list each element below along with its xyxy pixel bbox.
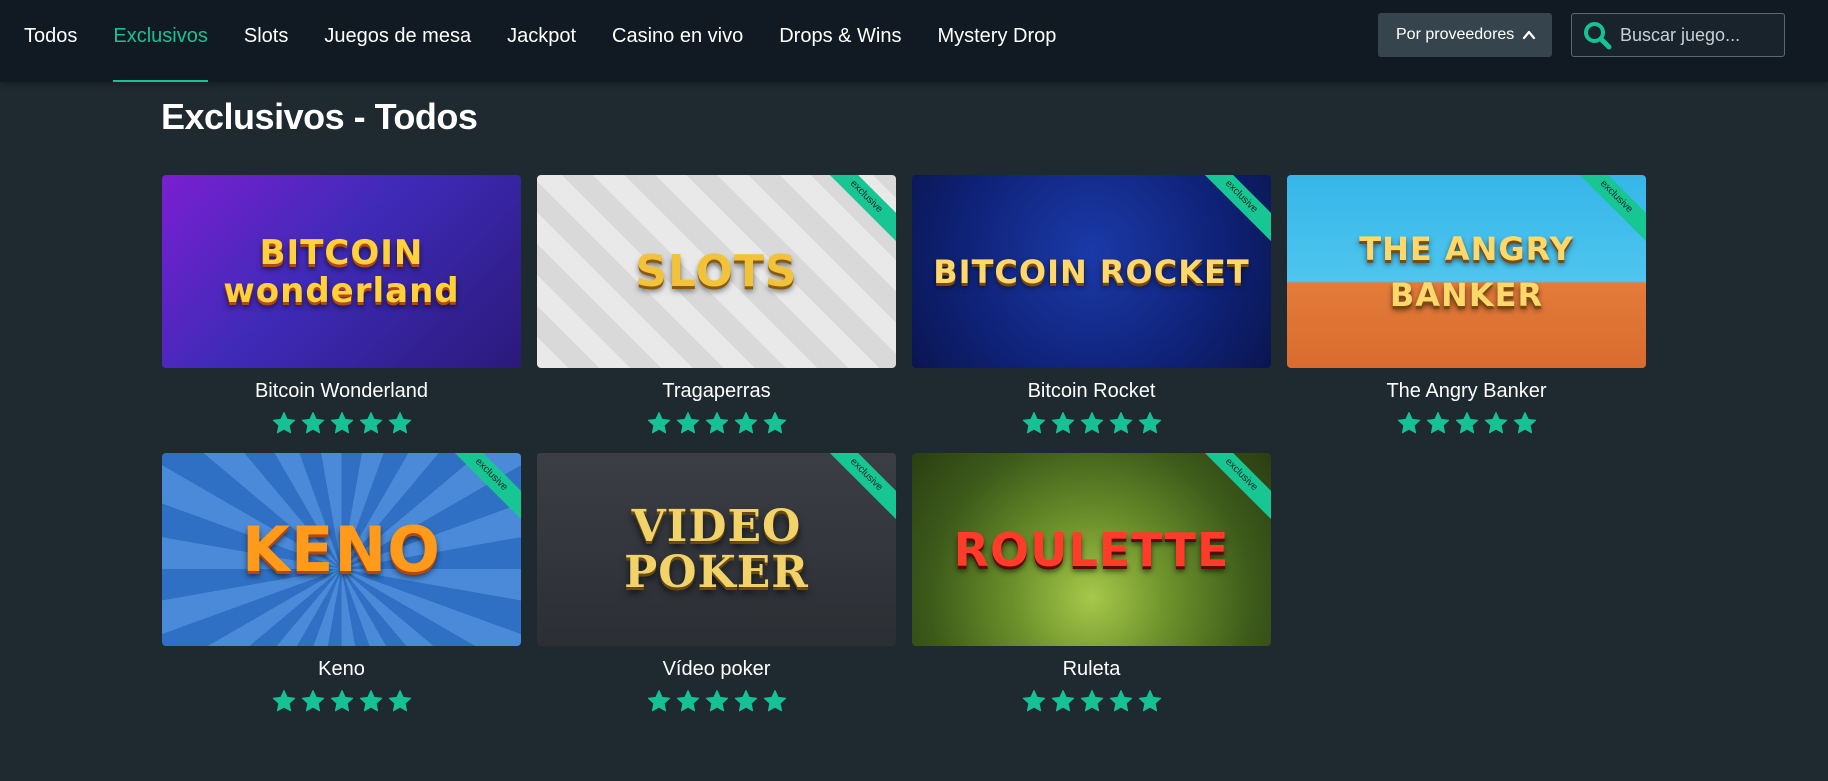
star-icon — [1109, 412, 1132, 434]
chevron-up-icon — [1522, 30, 1536, 40]
star-icon — [388, 412, 411, 434]
tab-todos[interactable]: Todos — [24, 0, 77, 82]
game-thumbnail[interactable]: BITCOIN ROCKET exclusive — [912, 175, 1271, 368]
star-icon — [359, 690, 382, 712]
exclusive-ribbon: exclusive — [1191, 175, 1271, 247]
star-icon — [763, 690, 786, 712]
star-icon — [301, 412, 324, 434]
top-navigation-bar: Todos Exclusivos Slots Juegos de mesa Ja… — [0, 0, 1828, 82]
star-icon — [359, 412, 382, 434]
star-icon — [272, 412, 295, 434]
tab-casino-en-vivo[interactable]: Casino en vivo — [612, 0, 743, 82]
exclusive-ribbon: exclusive — [1191, 453, 1271, 525]
star-icon — [1051, 690, 1074, 712]
star-rating — [162, 411, 521, 435]
search-input[interactable] — [1618, 23, 1782, 47]
game-thumbnail[interactable]: SLOTS exclusive — [537, 175, 896, 368]
star-icon — [1455, 412, 1478, 434]
game-art-title: SLOTS — [635, 245, 798, 297]
star-icon — [734, 412, 757, 434]
star-rating — [1287, 411, 1646, 435]
star-icon — [734, 690, 757, 712]
games-grid: BITCOIN wonderland Bitcoin Wonderland SL… — [162, 175, 1646, 715]
game-art-title: THE ANGRY BANKER — [1359, 229, 1574, 314]
game-card-bitcoin-wonderland[interactable]: BITCOIN wonderland Bitcoin Wonderland — [162, 175, 521, 437]
providers-button-label: Por proveedores — [1396, 26, 1515, 43]
game-name[interactable]: Vídeo poker — [537, 656, 896, 682]
star-icon — [1109, 690, 1132, 712]
game-thumbnail[interactable]: KENO exclusive — [162, 453, 521, 646]
search-icon — [1584, 22, 1612, 50]
game-art-title: KENO — [242, 512, 441, 586]
providers-dropdown-button[interactable]: Por proveedores — [1378, 13, 1552, 57]
star-icon — [1051, 412, 1074, 434]
game-name[interactable]: Ruleta — [912, 656, 1271, 682]
star-icon — [1080, 690, 1103, 712]
star-icon — [1513, 412, 1536, 434]
tab-jackpot[interactable]: Jackpot — [507, 0, 576, 82]
tab-mystery-drop[interactable]: Mystery Drop — [937, 0, 1056, 82]
star-icon — [1426, 412, 1449, 434]
game-art-title: VIDEO POKER — [624, 500, 809, 598]
star-icon — [1138, 690, 1161, 712]
star-icon — [676, 690, 699, 712]
star-icon — [647, 690, 670, 712]
star-icon — [705, 690, 728, 712]
star-icon — [1397, 412, 1420, 434]
tab-exclusivos[interactable]: Exclusivos — [113, 0, 209, 82]
star-icon — [763, 412, 786, 434]
tab-slots[interactable]: Slots — [244, 0, 288, 82]
game-name[interactable]: Tragaperras — [537, 378, 896, 404]
game-art-title: BITCOIN wonderland — [223, 232, 460, 311]
exclusive-ribbon: exclusive — [816, 175, 896, 247]
star-rating — [912, 689, 1271, 713]
category-tabs: Todos Exclusivos Slots Juegos de mesa Ja… — [24, 0, 1092, 82]
game-name[interactable]: The Angry Banker — [1287, 378, 1646, 404]
game-card-ruleta[interactable]: ROULETTE exclusive Ruleta — [912, 453, 1271, 715]
game-card-bitcoin-rocket[interactable]: BITCOIN ROCKET exclusive Bitcoin Rocket — [912, 175, 1271, 437]
star-rating — [912, 411, 1271, 435]
game-thumbnail[interactable]: BITCOIN wonderland — [162, 175, 521, 368]
star-icon — [1080, 412, 1103, 434]
star-icon — [1138, 412, 1161, 434]
star-icon — [272, 690, 295, 712]
star-icon — [1022, 412, 1045, 434]
game-art-title: ROULETTE — [953, 522, 1230, 577]
game-card-video-poker[interactable]: VIDEO POKER exclusive Vídeo poker — [537, 453, 896, 715]
exclusive-ribbon: exclusive — [441, 453, 521, 525]
game-card-keno[interactable]: KENO exclusive Keno — [162, 453, 521, 715]
star-icon — [330, 690, 353, 712]
game-card-tragaperras[interactable]: SLOTS exclusive Tragaperras — [537, 175, 896, 437]
star-icon — [676, 412, 699, 434]
page-title: Exclusivos - Todos — [161, 96, 478, 137]
game-thumbnail[interactable]: THE ANGRY BANKER exclusive — [1287, 175, 1646, 368]
game-art-title: BITCOIN ROCKET — [933, 252, 1250, 291]
star-icon — [330, 412, 353, 434]
star-rating — [537, 689, 896, 713]
game-name[interactable]: Keno — [162, 656, 521, 682]
game-name[interactable]: Bitcoin Rocket — [912, 378, 1271, 404]
star-icon — [1484, 412, 1507, 434]
search-box[interactable] — [1571, 13, 1785, 57]
tab-juegos-de-mesa[interactable]: Juegos de mesa — [324, 0, 471, 82]
star-icon — [1022, 690, 1045, 712]
game-name[interactable]: Bitcoin Wonderland — [162, 378, 521, 404]
star-icon — [301, 690, 324, 712]
star-rating — [162, 689, 521, 713]
star-icon — [388, 690, 411, 712]
tab-drops-and-wins[interactable]: Drops & Wins — [779, 0, 901, 82]
star-rating — [537, 411, 896, 435]
game-thumbnail[interactable]: VIDEO POKER exclusive — [537, 453, 896, 646]
star-icon — [705, 412, 728, 434]
game-card-the-angry-banker[interactable]: THE ANGRY BANKER exclusive The Angry Ban… — [1287, 175, 1646, 437]
game-thumbnail[interactable]: ROULETTE exclusive — [912, 453, 1271, 646]
star-icon — [647, 412, 670, 434]
